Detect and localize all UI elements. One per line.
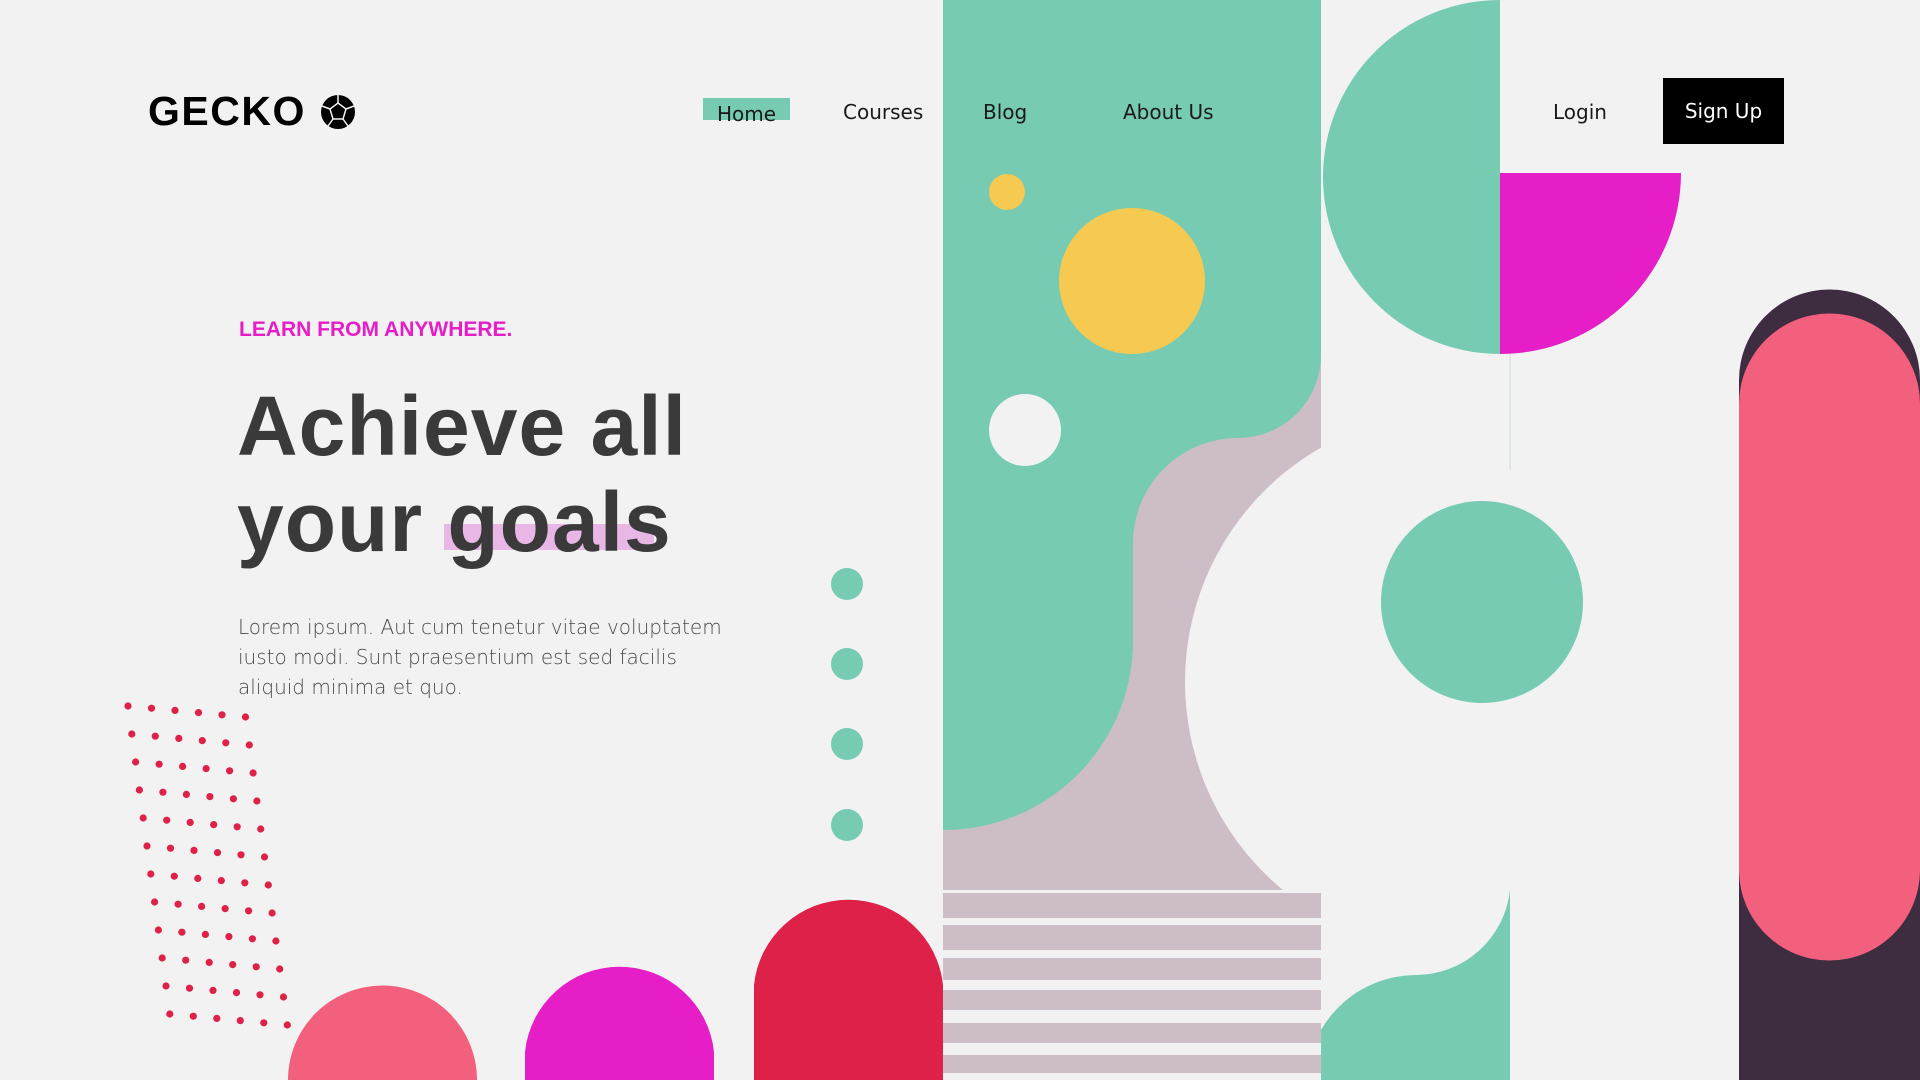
magenta-quarter-circle xyxy=(1500,173,1681,354)
headline-line-2: your goals xyxy=(237,475,672,569)
nav-courses[interactable]: Courses xyxy=(843,100,923,124)
white-circle xyxy=(989,394,1061,466)
nav-about-us[interactable]: About Us xyxy=(1123,100,1214,124)
logo[interactable]: GECKO xyxy=(148,88,356,135)
stripes xyxy=(943,893,1321,1073)
headline: Achieve all your goals xyxy=(237,378,687,570)
large-yellow-circle xyxy=(1059,208,1205,354)
small-yellow-circle xyxy=(989,174,1025,210)
gem-icon xyxy=(320,94,355,129)
teal-half-circle xyxy=(1323,0,1500,354)
nav-blog[interactable]: Blog xyxy=(983,100,1027,124)
headline-line-1: Achieve all xyxy=(237,379,687,473)
pink-pill xyxy=(1739,313,1920,961)
crimson-arch xyxy=(754,899,943,1080)
teal-dots xyxy=(831,568,863,841)
pink-arch xyxy=(288,985,477,1080)
hero-description: Lorem ipsum. Aut cum tenetur vitae volup… xyxy=(238,615,722,699)
tagline: LEARN FROM ANYWHERE. xyxy=(239,318,513,341)
login-link[interactable]: Login xyxy=(1553,100,1607,124)
signup-button[interactable]: Sign Up xyxy=(1663,78,1784,144)
red-dot-grid xyxy=(124,702,291,1029)
magenta-arch xyxy=(525,966,714,1080)
brand-name: GECKO xyxy=(148,88,306,134)
teal-circle xyxy=(1381,501,1583,703)
nav-home[interactable]: Home xyxy=(717,102,776,126)
